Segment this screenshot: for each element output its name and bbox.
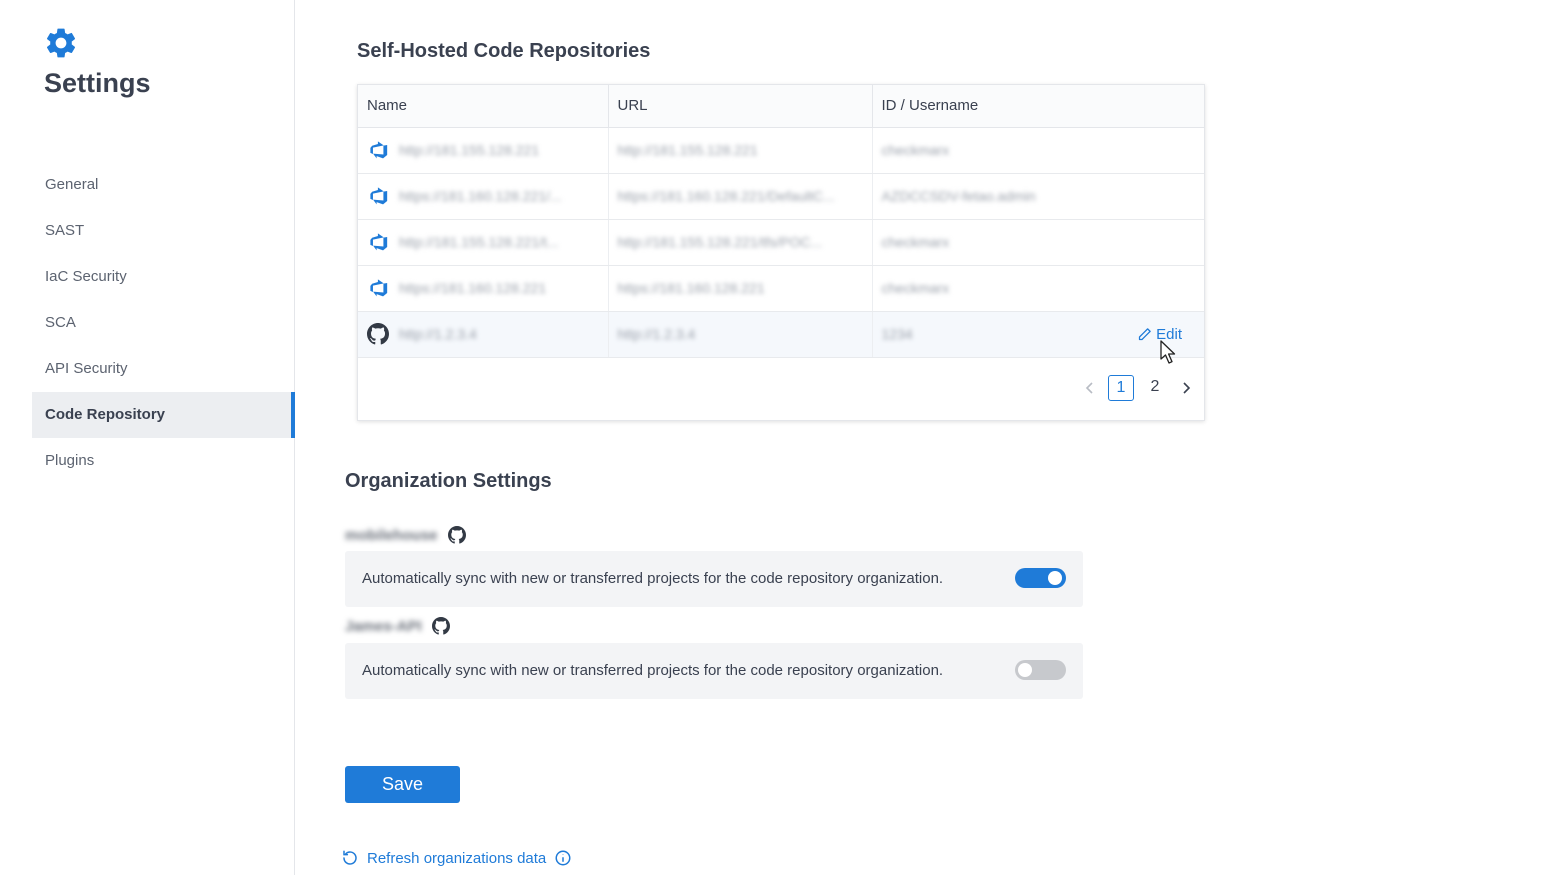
settings-sidebar: Settings General SAST IaC Security SCA A… [0,0,295,875]
table-row[interactable]: https://181.160.128.221 https://181.160.… [358,265,1204,312]
repo-id: AZDCCSDV-fetao.admin [881,188,1036,204]
repos-section-title: Self-Hosted Code Repositories [357,40,651,62]
page-2-button[interactable]: 2 [1142,375,1168,401]
org-sync-row: Automatically sync with new or transferr… [345,551,1083,607]
azure-devops-icon [370,233,388,251]
refresh-label: Refresh organizations data [367,849,547,867]
chevron-left-icon [1085,382,1093,394]
toggle-knob [1018,663,1032,677]
org-name: James-API [345,617,422,635]
repo-name: https://181.160.128.221/... [399,188,562,204]
chevron-right-icon [1183,382,1191,394]
pencil-icon [1139,327,1151,340]
repo-url: http://181.155.128.221/tfs/POC... [617,234,823,250]
repo-url: https://181.160.128.221 [617,280,765,296]
repos-table: Name URL ID / Username http://181.155.12… [358,85,1204,358]
sidebar-item-iac-security[interactable]: IaC Security [32,254,295,300]
table-row[interactable]: http://181.155.128.221/t... http://181.1… [358,219,1204,266]
mouse-cursor-icon [1160,340,1176,364]
repo-name: https://181.160.128.221 [399,280,547,296]
page-title: Settings [44,68,151,98]
sync-description: Automatically sync with new or transferr… [362,662,944,679]
repo-url: http://181.155.128.221 [617,142,758,158]
prev-page-button[interactable] [1080,375,1100,401]
refresh-organizations-link[interactable]: Refresh organizations data [341,849,572,867]
sidebar-item-code-repository[interactable]: Code Repository [32,392,295,438]
repo-url: http://1.2.3.4 [617,326,696,342]
repo-name: http://181.155.128.221 [399,142,540,158]
github-icon [431,617,450,635]
info-icon[interactable] [554,849,572,867]
repo-id: checkmarx [881,142,950,158]
org-label: mobilehouse [345,526,466,544]
org-settings-title: Organization Settings [345,470,552,492]
github-icon [447,526,466,544]
refresh-icon [343,850,357,865]
repo-url: https://181.160.128.221/DefaultC... [617,188,835,204]
repo-name: http://1.2.3.4 [399,326,477,342]
sidebar-item-sca[interactable]: SCA [32,300,295,346]
github-icon [367,323,389,345]
column-header-url[interactable]: URL [608,85,873,128]
sidebar-item-general[interactable]: General [32,162,295,208]
repos-table-card: Name URL ID / Username http://181.155.12… [357,84,1205,421]
repo-id: checkmarx [881,234,950,250]
settings-nav: General SAST IaC Security SCA API Securi… [32,162,295,484]
gear-icon [46,28,76,58]
sidebar-item-sast[interactable]: SAST [32,208,295,254]
repo-name: http://181.155.128.221/t... [399,234,559,250]
table-row[interactable]: http://181.155.128.221 http://181.155.12… [358,127,1204,174]
table-row[interactable]: http://1.2.3.4 http://1.2.3.4 1234 Edit [358,311,1204,358]
save-button[interactable]: Save [345,766,460,803]
repo-id: checkmarx [881,280,950,296]
page-1-button[interactable]: 1 [1108,375,1134,401]
azure-devops-icon [370,187,388,205]
sidebar-item-plugins[interactable]: Plugins [32,438,295,484]
pagination: 1 2 [1080,375,1196,401]
azure-devops-icon [370,279,388,297]
sidebar-item-api-security[interactable]: API Security [32,346,295,392]
toggle-knob [1048,571,1062,585]
sync-description: Automatically sync with new or transferr… [362,570,944,587]
column-header-id[interactable]: ID / Username [872,85,1204,128]
org-label: James-API [345,617,450,635]
org-name: mobilehouse [345,526,438,544]
azure-devops-icon [370,141,388,159]
repo-id: 1234 [881,326,913,342]
table-row[interactable]: https://181.160.128.221/... https://181.… [358,173,1204,220]
org-sync-row: Automatically sync with new or transferr… [345,643,1083,699]
auto-sync-toggle[interactable] [1015,660,1066,680]
column-header-name[interactable]: Name [358,85,609,128]
next-page-button[interactable] [1176,375,1196,401]
auto-sync-toggle[interactable] [1015,568,1066,588]
table-header-row: Name URL ID / Username [358,85,1204,128]
